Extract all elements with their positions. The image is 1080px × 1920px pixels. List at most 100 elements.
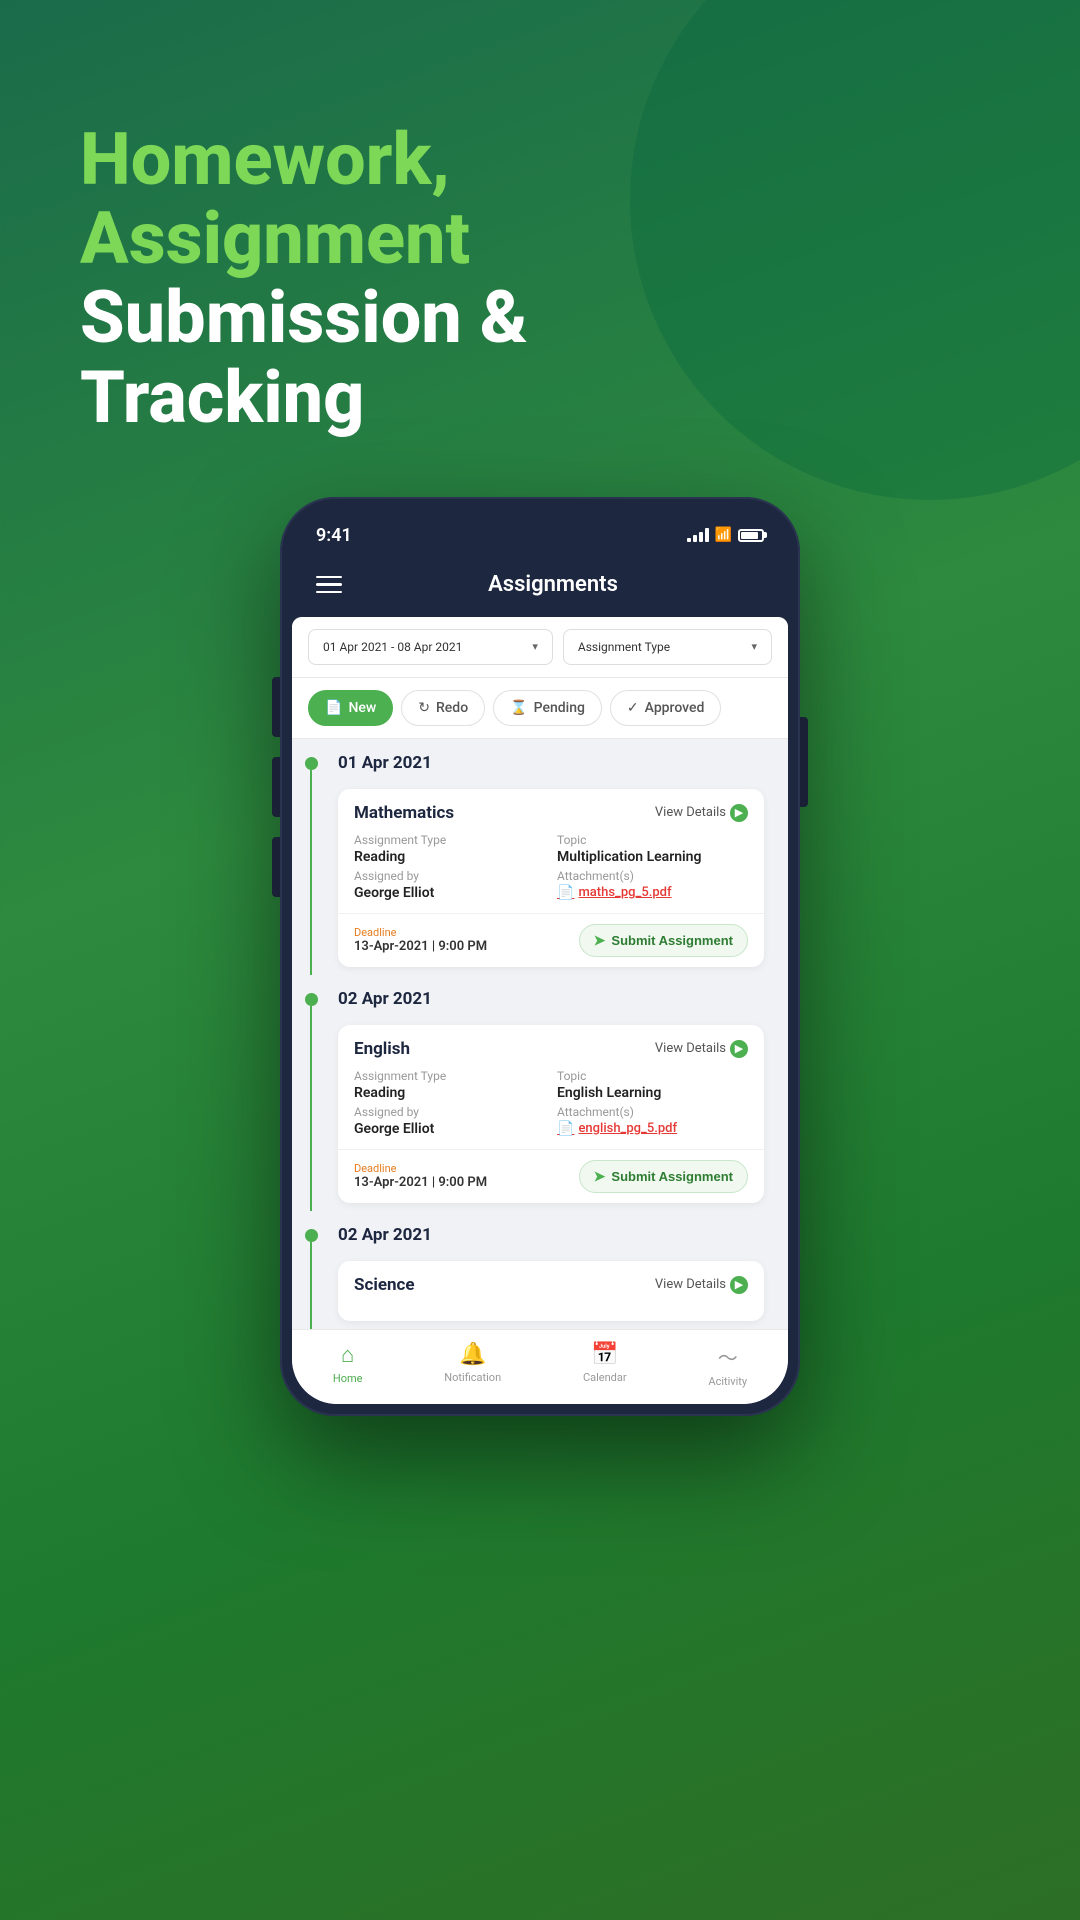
- card-header-science: Science View Details ▶: [338, 1261, 764, 1305]
- assigned-by-value-math: George Elliot: [354, 885, 545, 901]
- menu-button[interactable]: [316, 576, 342, 594]
- deadline-label-english: Deadline: [354, 1162, 487, 1175]
- view-details-label-english: View Details: [655, 1041, 726, 1056]
- attachment-link-english[interactable]: 📄 english_pg_5.pdf: [557, 1121, 748, 1137]
- section-content-3: 02 Apr 2021 Science View Details ▶: [330, 1211, 788, 1329]
- calendar-label: Calendar: [583, 1371, 627, 1384]
- deadline-group-english: Deadline 13-Apr-2021 | 9:00 PM: [354, 1162, 487, 1190]
- timeline-strip-2: [292, 975, 330, 1211]
- content-area: 01 Apr 2021 Mathematics View Details ▶: [292, 739, 788, 1329]
- view-details-math[interactable]: View Details ▶: [655, 804, 748, 822]
- card-grid-english: Assignment Type Reading Topic English Le…: [354, 1069, 748, 1149]
- tab-pending[interactable]: ⌛ Pending: [493, 690, 602, 726]
- attachment-field-math: Attachment(s) 📄 maths_pg_5.pdf: [557, 869, 748, 901]
- date-section-3: 02 Apr 2021 Science View Details ▶: [292, 1211, 788, 1329]
- assignment-card-math: Mathematics View Details ▶ Assignment Ty…: [338, 789, 764, 967]
- view-details-arrow-science: ▶: [730, 1276, 748, 1294]
- activity-icon: 〜: [718, 1342, 738, 1371]
- deadline-value-math: 13-Apr-2021 | 9:00 PM: [354, 939, 487, 954]
- subject-name-science: Science: [354, 1275, 415, 1295]
- submit-btn-math[interactable]: ➤ Submit Assignment: [579, 924, 748, 957]
- assigned-by-field-english: Assigned by George Elliot: [354, 1105, 545, 1137]
- attachment-name-math: maths_pg_5.pdf: [578, 885, 671, 900]
- view-details-english[interactable]: View Details ▶: [655, 1040, 748, 1058]
- date-range-label: 01 Apr 2021 - 08 Apr 2021: [323, 640, 462, 654]
- topic-label-english: Topic: [557, 1069, 748, 1083]
- tab-redo[interactable]: ↻ Redo: [401, 690, 485, 726]
- header-title: Assignments: [342, 572, 764, 597]
- card-header-math: Mathematics View Details ▶: [338, 789, 764, 833]
- tab-new-label: New: [348, 700, 376, 716]
- hero-line1: Homework, Assignment: [80, 120, 780, 278]
- assignment-card-science: Science View Details ▶: [338, 1261, 764, 1321]
- nav-item-notification[interactable]: 🔔 Notification: [444, 1342, 501, 1388]
- signal-icon: [687, 528, 709, 542]
- filter-bar: 01 Apr 2021 - 08 Apr 2021 ▾ Assignment T…: [292, 617, 788, 678]
- timeline-line-3: [310, 1242, 313, 1329]
- timeline-dot-3: [305, 1229, 318, 1242]
- attachment-link-math[interactable]: 📄 maths_pg_5.pdf: [557, 885, 748, 901]
- phone-body: 9:41 📶 Assignments: [280, 497, 800, 1416]
- hero-line2: Submission & Tracking: [80, 278, 780, 436]
- section-content-1: 01 Apr 2021 Mathematics View Details ▶: [330, 739, 788, 975]
- card-footer-math: Deadline 13-Apr-2021 | 9:00 PM ➤ Submit …: [338, 913, 764, 967]
- subject-name-math: Mathematics: [354, 803, 454, 823]
- submit-label-english: Submit Assignment: [611, 1169, 733, 1184]
- pdf-icon-math: 📄: [557, 885, 574, 901]
- tab-approved[interactable]: ✓ Approved: [610, 690, 722, 726]
- timeline-dot-2: [305, 993, 318, 1006]
- phone-frame: 9:41 📶 Assignments: [280, 497, 800, 1416]
- submit-label-math: Submit Assignment: [611, 933, 733, 948]
- deadline-value-english: 13-Apr-2021 | 9:00 PM: [354, 1175, 487, 1190]
- card-header-english: English View Details ▶: [338, 1025, 764, 1069]
- attachment-name-english: english_pg_5.pdf: [578, 1121, 677, 1136]
- assignment-type-field-english: Assignment Type Reading: [354, 1069, 545, 1101]
- battery-icon: [738, 529, 764, 542]
- view-details-label-science: View Details: [655, 1277, 726, 1292]
- nav-item-activity[interactable]: 〜 Acitivity: [708, 1342, 747, 1388]
- attachment-label-english: Attachment(s): [557, 1105, 748, 1119]
- assignment-type-value-english: Reading: [354, 1085, 545, 1101]
- approved-tab-icon: ✓: [627, 700, 639, 716]
- tab-new[interactable]: 📄 New: [308, 690, 393, 726]
- assignment-type-field-math: Assignment Type Reading: [354, 833, 545, 865]
- assignment-type-label-english: Assignment Type: [354, 1069, 545, 1083]
- assignment-type-label-math: Assignment Type: [354, 833, 545, 847]
- timeline-line-2: [310, 1006, 313, 1211]
- assignment-card-english: English View Details ▶ Assignment Type: [338, 1025, 764, 1203]
- menu-line-3: [316, 591, 342, 594]
- date-label-2: 02 Apr 2021: [330, 975, 776, 1017]
- view-details-arrow-math: ▶: [730, 804, 748, 822]
- card-body-english: Assignment Type Reading Topic English Le…: [338, 1069, 764, 1149]
- submit-btn-english[interactable]: ➤ Submit Assignment: [579, 1160, 748, 1193]
- type-chevron-icon: ▾: [751, 640, 757, 653]
- assignment-type-value-math: Reading: [354, 849, 545, 865]
- card-grid-math: Assignment Type Reading Topic Multiplica…: [354, 833, 748, 913]
- view-details-science[interactable]: View Details ▶: [655, 1276, 748, 1294]
- assigned-by-field-math: Assigned by George Elliot: [354, 869, 545, 901]
- activity-label: Acitivity: [708, 1375, 747, 1388]
- timeline-strip-3: [292, 1211, 330, 1329]
- nav-item-calendar[interactable]: 📅 Calendar: [583, 1342, 627, 1388]
- subject-name-english: English: [354, 1039, 410, 1059]
- status-icons: 📶: [687, 527, 764, 543]
- date-label-3: 02 Apr 2021: [330, 1211, 776, 1253]
- notification-label: Notification: [444, 1371, 501, 1384]
- date-section-1: 01 Apr 2021 Mathematics View Details ▶: [292, 739, 788, 975]
- date-label-1: 01 Apr 2021: [330, 739, 776, 781]
- pdf-icon-english: 📄: [557, 1121, 574, 1137]
- assigned-by-label-math: Assigned by: [354, 869, 545, 883]
- topic-field-english: Topic English Learning: [557, 1069, 748, 1101]
- timeline-line-1: [310, 770, 313, 975]
- home-label: Home: [333, 1372, 363, 1385]
- assigned-by-value-english: George Elliot: [354, 1121, 545, 1137]
- date-section-2: 02 Apr 2021 English View Details ▶: [292, 975, 788, 1211]
- topic-value-math: Multiplication Learning: [557, 849, 748, 865]
- timeline-strip-1: [292, 739, 330, 975]
- date-range-dropdown[interactable]: 01 Apr 2021 - 08 Apr 2021 ▾: [308, 629, 553, 665]
- assignment-type-dropdown[interactable]: Assignment Type ▾: [563, 629, 772, 665]
- nav-item-home[interactable]: ⌂ Home: [333, 1342, 363, 1388]
- topic-field-math: Topic Multiplication Learning: [557, 833, 748, 865]
- card-footer-english: Deadline 13-Apr-2021 | 9:00 PM ➤ Submit …: [338, 1149, 764, 1203]
- attachment-label-math: Attachment(s): [557, 869, 748, 883]
